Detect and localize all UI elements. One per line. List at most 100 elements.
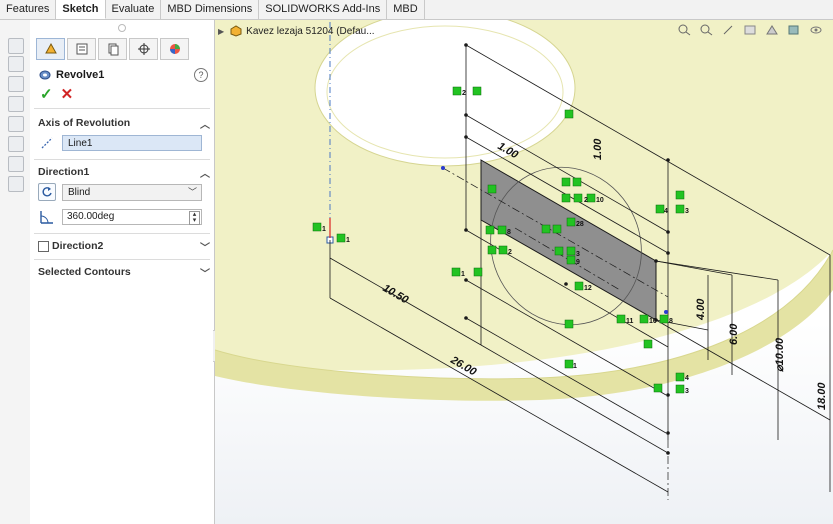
chevron-down-icon: ﹀: [187, 187, 197, 197]
list-icon: [76, 43, 87, 55]
svg-text:28: 28: [576, 221, 584, 228]
sketch-text-icon[interactable]: [8, 38, 24, 54]
sketch-tool-icon[interactable]: [8, 156, 24, 172]
reverse-direction-icon: [42, 187, 52, 197]
chevron-up-icon[interactable]: ︿: [200, 116, 210, 131]
chevron-down-icon[interactable]: ﹀: [200, 265, 210, 280]
sketch-tool-icon[interactable]: [8, 136, 24, 152]
svg-text:8: 8: [507, 229, 511, 236]
ok-button[interactable]: ✓: [40, 87, 53, 103]
property-manager: Revolve1 ? ✓ ✕ Axis of Revolution ︿ Line…: [30, 20, 215, 524]
reverse-direction-button[interactable]: [38, 183, 56, 201]
chevron-down-icon[interactable]: ﹀: [200, 239, 210, 254]
axis-selection-field[interactable]: Line1: [62, 135, 202, 151]
svg-text:3: 3: [685, 208, 689, 215]
help-icon[interactable]: ?: [194, 68, 208, 82]
section-title: Axis of Revolution: [38, 117, 131, 129]
end-condition-value: Blind: [68, 187, 91, 198]
svg-text:1: 1: [573, 363, 577, 370]
cancel-button[interactable]: ✕: [61, 87, 74, 103]
axis-of-revolution-header[interactable]: Axis of Revolution ︿: [38, 117, 210, 131]
dim-label: 18.00: [816, 382, 828, 410]
direction2-header[interactable]: Direction2 ﹀: [38, 240, 210, 254]
property-manager-icon: [44, 42, 57, 54]
direction2-checkbox[interactable]: [38, 241, 49, 252]
angle-input[interactable]: 360.00deg ▴ ▾: [62, 209, 202, 225]
appearance-icon: [169, 44, 180, 54]
svg-text:3: 3: [576, 251, 580, 258]
end-condition-select[interactable]: Blind ﹀: [62, 184, 202, 201]
section-title: Direction1: [38, 166, 90, 178]
zoom-to-fit-icon[interactable]: [677, 24, 691, 36]
left-tool-strip: [0, 20, 31, 524]
svg-text:12: 12: [584, 285, 592, 292]
hide-show-items-icon[interactable]: [809, 24, 823, 36]
revolve-inner-hole: [314, 20, 576, 167]
feature-name: Revolve1: [56, 69, 105, 81]
feature-title: Revolve1 ?: [38, 66, 210, 84]
part-icon: [230, 25, 242, 37]
tab-mbd[interactable]: MBD: [387, 0, 425, 19]
dim-label: 4.00: [695, 298, 707, 321]
divider: [34, 259, 210, 260]
display-style-icon[interactable]: [787, 24, 801, 36]
tab-property-manager[interactable]: [36, 38, 65, 60]
svg-text:3: 3: [685, 388, 689, 395]
section-title: Direction2: [52, 240, 104, 252]
svg-text:1: 1: [322, 226, 326, 233]
dim-label: 6.00: [728, 323, 740, 345]
command-manager-tabs: Features Sketch Evaluate MBD Dimensions …: [0, 0, 833, 20]
previous-view-icon[interactable]: [721, 24, 735, 36]
zoom-to-area-icon[interactable]: [699, 24, 713, 36]
divider: [34, 108, 210, 109]
tab-feature-manager[interactable]: [67, 38, 96, 60]
chevron-up-icon[interactable]: ︿: [200, 165, 210, 180]
svg-text:1: 1: [346, 237, 350, 244]
heads-up-view-toolbar: [677, 24, 823, 36]
ellipse-endpoint: [664, 310, 668, 314]
graphics-area[interactable]: 1.00 1.00 10.50 26.00 4.00 6.00 ⌀10.00 1…: [215, 20, 833, 524]
tab-configuration-manager[interactable]: [98, 38, 127, 60]
svg-text:2: 2: [462, 90, 466, 97]
sketch-tool-icon[interactable]: [8, 116, 24, 132]
expand-caret-icon[interactable]: ▶: [218, 27, 224, 36]
tab-evaluate[interactable]: Evaluate: [106, 0, 162, 19]
tab-sketch[interactable]: Sketch: [56, 0, 106, 19]
svg-text:4: 4: [685, 375, 689, 382]
revolve-icon: [39, 70, 51, 80]
tab-display-manager[interactable]: [160, 38, 189, 60]
axis-icon: [41, 137, 53, 149]
tab-features[interactable]: Features: [0, 0, 57, 19]
flyout-feature-tree[interactable]: ▶ Kavez lezaja 51204 (Defau...: [218, 24, 375, 38]
ellipse-endpoint: [441, 166, 445, 170]
svg-text:10: 10: [596, 197, 604, 204]
crosshair-icon: [137, 43, 150, 55]
dim-label: ⌀10.00: [774, 337, 786, 372]
divider: [34, 159, 210, 160]
manager-tabs: [36, 38, 191, 60]
tab-mbd-dimensions[interactable]: MBD Dimensions: [161, 0, 260, 19]
tab-dimxpert[interactable]: [129, 38, 158, 60]
model-view: 1.00 1.00 10.50 26.00 4.00 6.00 ⌀10.00 1…: [215, 20, 833, 500]
sketch-tool-icon[interactable]: [8, 176, 24, 192]
panel-grip-icon[interactable]: [118, 24, 126, 32]
configuration-icon: [108, 43, 118, 56]
svg-text:4: 4: [664, 208, 668, 215]
view-orientation-icon[interactable]: [765, 24, 779, 36]
angle-icon: [40, 211, 53, 224]
section-view-icon[interactable]: [743, 24, 757, 36]
svg-text:9: 9: [576, 259, 580, 266]
sketch-tool-icon[interactable]: [8, 76, 24, 92]
part-name: Kavez lezaja 51204 (Defau...: [246, 25, 375, 37]
svg-text:11: 11: [626, 318, 634, 325]
svg-text:8: 8: [669, 318, 673, 325]
direction1-header[interactable]: Direction1 ︿: [38, 166, 210, 180]
svg-text:2: 2: [508, 249, 512, 256]
spin-buttons[interactable]: ▴ ▾: [189, 211, 200, 225]
selected-contours-header[interactable]: Selected Contours ﹀: [38, 266, 210, 280]
section-title: Selected Contours: [38, 266, 131, 278]
tab-solidworks-addins[interactable]: SOLIDWORKS Add-Ins: [259, 0, 388, 19]
divider: [34, 233, 210, 234]
sketch-tool-icon[interactable]: [8, 96, 24, 112]
sketch-tool-icon[interactable]: [8, 56, 24, 72]
